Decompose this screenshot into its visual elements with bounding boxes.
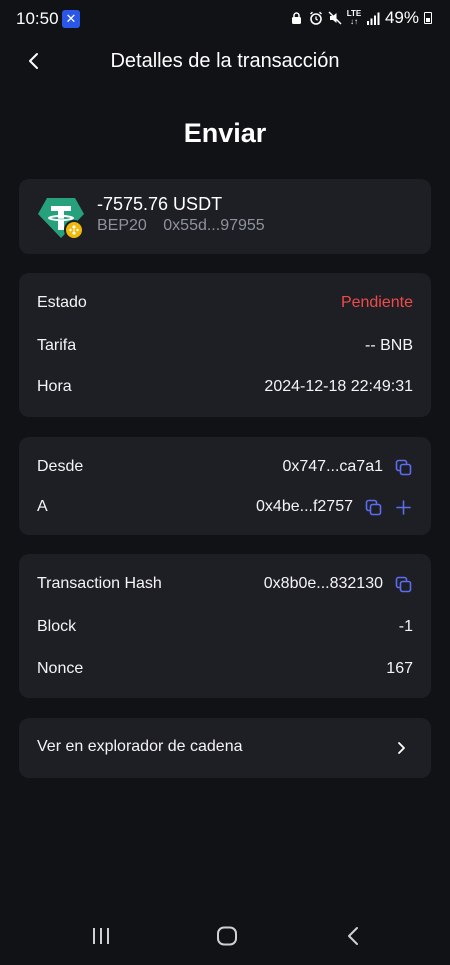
fee-value: -- BNB — [365, 337, 413, 354]
transaction-type: Enviar — [183, 118, 267, 148]
system-nav-bar — [0, 907, 450, 965]
to-value-group: 0x4be...f2757 — [256, 497, 413, 517]
network-type: LTE — [346, 9, 362, 18]
nonce-row: Nonce 167 — [37, 657, 413, 681]
explorer-label: Ver en explorador de cadena — [37, 738, 243, 755]
from-row: Desde 0x747...ca7a1 — [37, 455, 413, 479]
status-icons: LTE ↓↑ 49% — [290, 8, 432, 28]
copy-to-button[interactable] — [363, 497, 383, 517]
lte-icon: LTE ↓↑ — [346, 9, 362, 26]
recent-apps-icon — [93, 928, 109, 944]
asset-subtitle: BEP20 0x55d...97955 — [97, 217, 277, 235]
copy-hash-button[interactable] — [393, 574, 413, 594]
home-button[interactable] — [212, 923, 242, 949]
to-label: A — [37, 498, 48, 515]
add-contact-button[interactable] — [393, 497, 413, 517]
fee-row: Tarifa -- BNB — [37, 334, 413, 358]
status-label: Estado — [37, 294, 87, 311]
system-back-button[interactable] — [338, 923, 368, 949]
signal-icon — [366, 10, 380, 26]
plus-icon — [395, 499, 411, 515]
alarm-icon — [309, 10, 323, 26]
time-row: Hora 2024-12-18 22:49:31 — [37, 375, 413, 399]
block-label: Block — [37, 618, 77, 635]
mute-icon — [328, 10, 342, 26]
bnb-chain-icon — [64, 220, 84, 240]
block-row: Block -1 — [37, 615, 413, 639]
asset-network: BEP20 — [97, 217, 147, 234]
from-label: Desde — [37, 458, 84, 475]
copy-icon — [365, 499, 381, 515]
nonce-label: Nonce — [37, 660, 84, 677]
chevron-right-icon — [391, 737, 411, 759]
battery-percent: 49% — [384, 8, 419, 27]
time-label: Hora — [37, 378, 72, 395]
asset-card: -7575.76 USDT BEP20 0x55d...97955 — [19, 179, 431, 254]
address-card: Desde 0x747...ca7a1 A 0x4be...f2757 — [19, 437, 431, 535]
copy-icon — [395, 459, 411, 475]
hash-value-group: 0x8b0e...832130 — [264, 574, 413, 594]
nonce-value: 167 — [386, 660, 413, 677]
from-address: 0x747...ca7a1 — [282, 458, 383, 475]
time-value: 2024-12-18 22:49:31 — [264, 378, 413, 395]
crossed-arrows-icon: ✕ — [62, 10, 80, 28]
screen: 10:50 ✕ LTE ↓↑ 49% Detalles de la transa… — [0, 0, 450, 965]
header: Detalles de la transacción — [0, 40, 450, 82]
page-title: Detalles de la transacción — [110, 50, 340, 72]
view-in-explorer-button[interactable]: Ver en explorador de cadena — [19, 718, 431, 778]
hash-card: Transaction Hash 0x8b0e...832130 Block -… — [19, 554, 431, 698]
asset-contract-address: 0x55d...97955 — [163, 217, 265, 234]
back-arrow-icon — [348, 927, 358, 945]
status-row: Estado Pendiente — [37, 291, 413, 315]
hash-value: 0x8b0e...832130 — [263, 575, 383, 592]
battery-icon — [424, 12, 432, 24]
to-row: A 0x4be...f2757 — [37, 495, 413, 519]
info-card: Estado Pendiente Tarifa -- BNB Hora 2024… — [19, 273, 431, 417]
status-time: 10:50 — [16, 9, 59, 28]
status-bar: 10:50 ✕ LTE ↓↑ 49% — [0, 0, 450, 38]
status-value: Pendiente — [340, 294, 413, 311]
fee-label: Tarifa — [37, 337, 77, 354]
block-value: -1 — [398, 618, 413, 635]
from-value-group: 0x747...ca7a1 — [282, 457, 413, 477]
copy-icon — [395, 576, 411, 592]
hash-row: Transaction Hash 0x8b0e...832130 — [37, 572, 413, 596]
to-address: 0x4be...f2757 — [256, 498, 353, 515]
asset-amount: -7575.76 USDT — [97, 194, 223, 214]
lock-icon — [290, 10, 304, 26]
hash-label: Transaction Hash — [37, 575, 162, 592]
home-icon — [217, 926, 237, 946]
recent-apps-button[interactable] — [86, 923, 116, 949]
copy-from-button[interactable] — [393, 457, 413, 477]
